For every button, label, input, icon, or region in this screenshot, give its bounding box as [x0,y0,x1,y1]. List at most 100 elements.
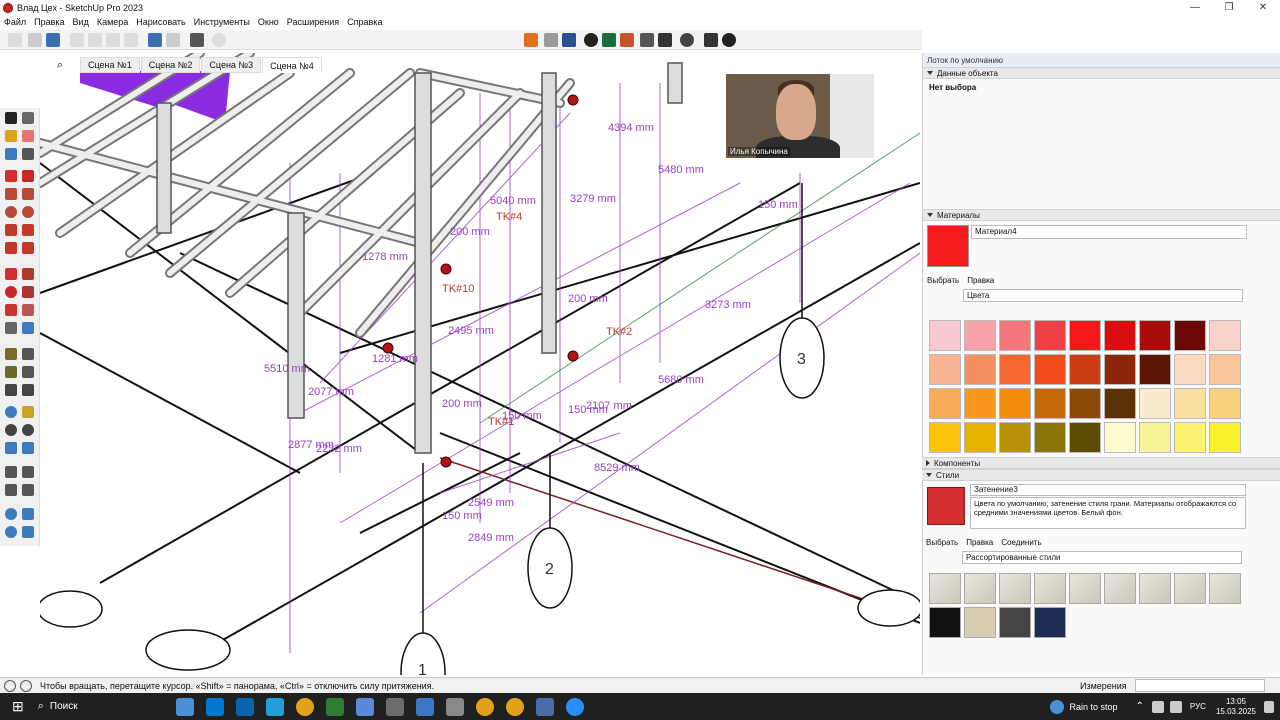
app-icon[interactable] [325,697,344,716]
orbit-small-icon[interactable] [22,112,34,124]
sketchup-taskbar-icon[interactable] [355,697,374,716]
menu-view[interactable]: Вид [73,17,89,27]
color-swatch[interactable] [1069,320,1101,351]
style-thumbnail[interactable] [999,607,1031,638]
extension-warehouse-icon[interactable] [620,33,634,47]
axes-icon[interactable] [5,384,17,396]
add-icon[interactable] [584,33,598,47]
paste-icon[interactable] [106,33,120,47]
style-thumbnail[interactable] [964,607,996,638]
volume-icon[interactable] [1169,700,1182,713]
undo-icon[interactable] [148,33,162,47]
pie-icon[interactable] [22,242,34,254]
push-pull-icon[interactable] [22,268,34,280]
style-thumbnail[interactable] [1034,573,1066,604]
cut-icon[interactable] [70,33,84,47]
outlook-icon[interactable] [235,697,254,716]
color-swatch[interactable] [1174,422,1206,453]
tape-measure-icon[interactable] [5,348,17,360]
scale-icon[interactable] [5,304,17,316]
taskbar-search[interactable]: Поиск [50,701,170,712]
pencil-icon[interactable] [22,148,34,160]
style-thumbnail[interactable] [1209,573,1241,604]
style-name-field[interactable]: Затенение3 [970,484,1246,496]
chrome-icon[interactable] [505,697,524,716]
camera-icon[interactable] [22,322,34,334]
style-thumbnail[interactable] [929,573,961,604]
menu-draw[interactable]: Нарисовать [136,17,185,27]
info-icon[interactable] [722,33,736,47]
move-icon[interactable] [5,268,17,280]
tab-scene-1[interactable]: Сцена №1 [80,57,140,73]
print-icon[interactable] [190,33,204,47]
geo-location-icon[interactable] [4,679,16,692]
color-swatch[interactable] [1104,320,1136,351]
styles-header[interactable]: Стили [922,469,1280,481]
eye-icon[interactable] [5,484,17,496]
style-thumbnail[interactable] [1139,573,1171,604]
tab-scene-4[interactable]: Сцена №4 [262,57,322,73]
color-swatch[interactable] [929,388,961,419]
color-swatch[interactable] [999,354,1031,385]
color-swatch[interactable] [1139,320,1171,351]
app-icon[interactable] [415,697,434,716]
tab-edit[interactable]: Правка [967,276,994,285]
menu-window[interactable]: Окно [258,17,279,27]
color-swatch[interactable] [1139,354,1171,385]
zoom-window-icon[interactable] [22,424,34,436]
color-swatch[interactable] [1209,422,1241,453]
previous-view-icon[interactable] [22,442,34,454]
rotated-rect-icon[interactable] [22,188,34,200]
style-thumbnail[interactable] [964,573,996,604]
credits-icon[interactable] [20,679,32,692]
color-swatch[interactable] [964,354,996,385]
color-swatch[interactable] [1139,422,1171,453]
erase-icon[interactable] [124,33,138,47]
select-tool-icon[interactable] [5,112,17,124]
arc3-icon[interactable] [5,242,17,254]
color-swatch[interactable] [1034,354,1066,385]
open-icon[interactable] [28,33,42,47]
color-swatch[interactable] [1209,320,1241,351]
measurements-input[interactable] [1134,679,1265,692]
styles-library-select[interactable]: Рассортированные стили [962,550,1242,564]
style-thumbnail[interactable] [929,607,961,638]
menu-tools[interactable]: Инструменты [194,17,250,27]
color-swatch[interactable] [1139,388,1171,419]
zoom-extents-icon[interactable] [5,442,17,454]
color-swatch[interactable] [1209,388,1241,419]
new-icon[interactable] [8,33,22,47]
clock[interactable]: 13:05 15.03.2025 [1216,697,1256,717]
color-swatch[interactable] [1174,320,1206,351]
style-thumbnail[interactable] [1034,607,1066,638]
color-swatch[interactable] [1104,388,1136,419]
network-icon[interactable] [1151,700,1164,713]
section-cut-icon[interactable] [22,526,34,538]
paint-bucket-icon[interactable] [5,130,17,142]
freehand-icon[interactable] [22,170,34,182]
refresh-icon[interactable] [544,33,558,47]
color-swatch[interactable] [1034,422,1066,453]
3d-text-icon[interactable] [22,384,34,396]
color-swatch[interactable] [1069,388,1101,419]
section-plane-icon[interactable] [5,508,17,520]
color-swatch[interactable] [999,320,1031,351]
redo-icon[interactable] [166,33,180,47]
edge-icon[interactable] [205,697,224,716]
follow-me-icon[interactable] [22,286,34,298]
weather-text[interactable]: Rain to stop [1070,702,1118,712]
zoom-icon[interactable] [565,697,584,716]
chrome-icon[interactable] [475,697,494,716]
copy-icon[interactable] [88,33,102,47]
color-swatch[interactable] [999,388,1031,419]
layout-icon[interactable] [562,33,576,47]
color-swatch[interactable] [1174,354,1206,385]
protractor-icon[interactable] [5,366,17,378]
materials-header[interactable]: Материалы [923,209,1280,221]
gear-icon[interactable] [680,33,694,47]
tab-select[interactable]: Выбрать [927,276,959,285]
offset-icon[interactable] [22,304,34,316]
polygon-icon[interactable] [22,206,34,218]
section-display-icon[interactable] [5,526,17,538]
checker-icon[interactable] [640,33,654,47]
